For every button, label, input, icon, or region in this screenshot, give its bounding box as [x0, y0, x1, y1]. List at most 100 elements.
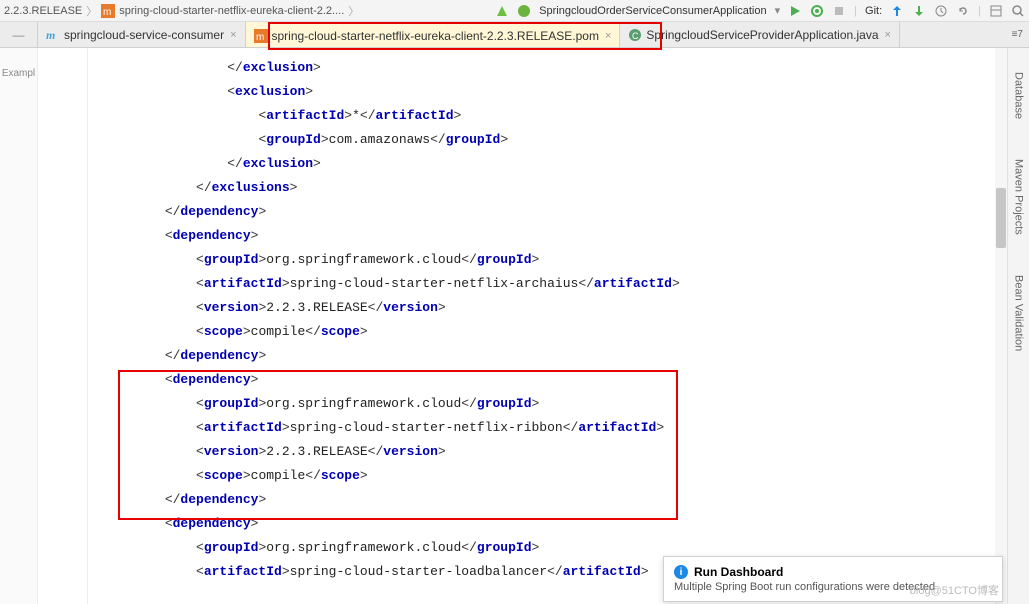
xml-tag: groupId	[204, 252, 259, 267]
minimize-icon[interactable]: —	[13, 28, 25, 42]
close-icon[interactable]: ×	[605, 30, 611, 42]
xml-tag: artifactId	[376, 108, 454, 123]
tag-close: </	[196, 180, 212, 195]
tag-end: >	[500, 132, 508, 147]
tab-provider-app[interactable]: C SpringcloudServiceProviderApplication.…	[620, 22, 900, 47]
tag-close: </	[305, 324, 321, 339]
notification-title: Run Dashboard	[694, 565, 783, 579]
xml-tag: version	[204, 444, 259, 459]
tag-close: </	[461, 252, 477, 267]
xml-text: com.amazonaws	[329, 132, 430, 147]
xml-tag: groupId	[266, 132, 321, 147]
xml-text: 2.2.3.RELEASE	[266, 300, 367, 315]
xml-tag: artifactId	[266, 108, 344, 123]
tab-consumer[interactable]: m springcloud-service-consumer ×	[38, 22, 246, 47]
xml-tag: groupId	[204, 396, 259, 411]
tag-end: >	[313, 156, 321, 171]
run-config-name[interactable]: SpringcloudOrderServiceConsumerApplicati…	[539, 5, 766, 17]
tag-close: </	[547, 564, 563, 579]
xml-tag: version	[383, 444, 438, 459]
code-editor[interactable]: </exclusion> <exclusion> <artifactId>*</…	[88, 48, 1007, 604]
tag-end: >	[243, 324, 251, 339]
tag-end: >	[438, 300, 446, 315]
xml-text: org.springframework.cloud	[266, 252, 461, 267]
tag-close: </	[578, 276, 594, 291]
tag-open: <	[196, 276, 204, 291]
tag-end: >	[251, 228, 259, 243]
tag-end: >	[360, 324, 368, 339]
search-icon[interactable]	[1011, 4, 1025, 18]
tag-open: <	[196, 252, 204, 267]
xml-tag: scope	[204, 324, 243, 339]
run-icon[interactable]	[788, 4, 802, 18]
tag-open: <	[196, 420, 204, 435]
tool-maven[interactable]: Maven Projects	[1013, 159, 1025, 235]
tag-end: >	[258, 492, 266, 507]
tag-close: </	[165, 492, 181, 507]
tag-close: </	[461, 396, 477, 411]
tag-end: >	[454, 108, 462, 123]
notification-popup[interactable]: i Run Dashboard Multiple Spring Boot run…	[663, 556, 1003, 602]
overflow-indicator[interactable]: ≡7	[1012, 29, 1023, 40]
layout-icon[interactable]	[989, 4, 1003, 18]
tag-open: <	[196, 396, 204, 411]
xml-text: *	[352, 108, 360, 123]
chevron-down-icon[interactable]: ▾	[775, 4, 781, 17]
xml-tag: version	[204, 300, 259, 315]
editor-tabs: — m springcloud-service-consumer × m spr…	[0, 22, 1029, 48]
tag-end: >	[641, 564, 649, 579]
stop-icon[interactable]	[832, 4, 846, 18]
close-icon[interactable]: ×	[230, 29, 236, 41]
git-update-icon[interactable]	[890, 4, 904, 18]
project-tool-stripe[interactable]: Exampl	[0, 48, 38, 604]
tag-close: </	[305, 468, 321, 483]
chevron-right-icon: 〉	[86, 3, 97, 19]
git-commit-icon[interactable]	[912, 4, 926, 18]
svg-text:C: C	[632, 31, 639, 41]
xml-tag: groupId	[477, 396, 532, 411]
tab-label: SpringcloudServiceProviderApplication.ja…	[646, 28, 878, 42]
xml-tag: scope	[321, 324, 360, 339]
xml-tag: dependency	[180, 492, 258, 507]
tag-end: >	[532, 540, 540, 555]
scrollbar-track[interactable]	[995, 48, 1007, 604]
maven-module-icon: m	[46, 28, 60, 42]
tag-end: >	[251, 372, 259, 387]
breadcrumb-item[interactable]: 2.2.3.RELEASE	[4, 5, 82, 17]
xml-tag: dependency	[173, 372, 251, 387]
debug-icon[interactable]	[810, 4, 824, 18]
tag-end: >	[532, 252, 540, 267]
xml-tag: artifactId	[594, 276, 672, 291]
info-icon: i	[674, 565, 688, 579]
tab-eureka-pom[interactable]: m spring-cloud-starter-netflix-eureka-cl…	[246, 22, 621, 47]
git-history-icon[interactable]	[934, 4, 948, 18]
xml-tag: groupId	[477, 540, 532, 555]
tag-end: >	[438, 444, 446, 459]
tag-end: >	[305, 84, 313, 99]
close-icon[interactable]: ×	[885, 29, 891, 41]
tool-database[interactable]: Database	[1013, 72, 1025, 119]
tag-open: <	[196, 300, 204, 315]
svg-text:m: m	[103, 7, 111, 18]
line-gutter	[38, 48, 88, 604]
tag-close: </	[165, 204, 181, 219]
tool-bean-validation[interactable]: Bean Validation	[1013, 275, 1025, 351]
xml-tag: groupId	[204, 540, 259, 555]
build-icon[interactable]	[495, 4, 509, 18]
breadcrumb-item[interactable]: spring-cloud-starter-netflix-eureka-clie…	[119, 5, 344, 17]
examples-label: Exampl	[2, 68, 35, 79]
scrollbar-thumb[interactable]	[996, 188, 1006, 248]
git-revert-icon[interactable]	[956, 4, 970, 18]
tag-close: </	[368, 300, 384, 315]
xml-tag: artifactId	[563, 564, 641, 579]
tag-end: >	[243, 468, 251, 483]
xml-tag: dependency	[173, 516, 251, 531]
tag-open: <	[196, 444, 204, 459]
xml-text: org.springframework.cloud	[266, 540, 461, 555]
tab-label: spring-cloud-starter-netflix-eureka-clie…	[272, 29, 599, 43]
tag-end: >	[251, 516, 259, 531]
breadcrumb: 2.2.3.RELEASE 〉 m spring-cloud-starter-n…	[4, 3, 359, 19]
tag-close: </	[563, 420, 579, 435]
right-tool-stripe: Database Maven Projects Bean Validation	[1007, 48, 1029, 604]
tag-end: >	[532, 396, 540, 411]
